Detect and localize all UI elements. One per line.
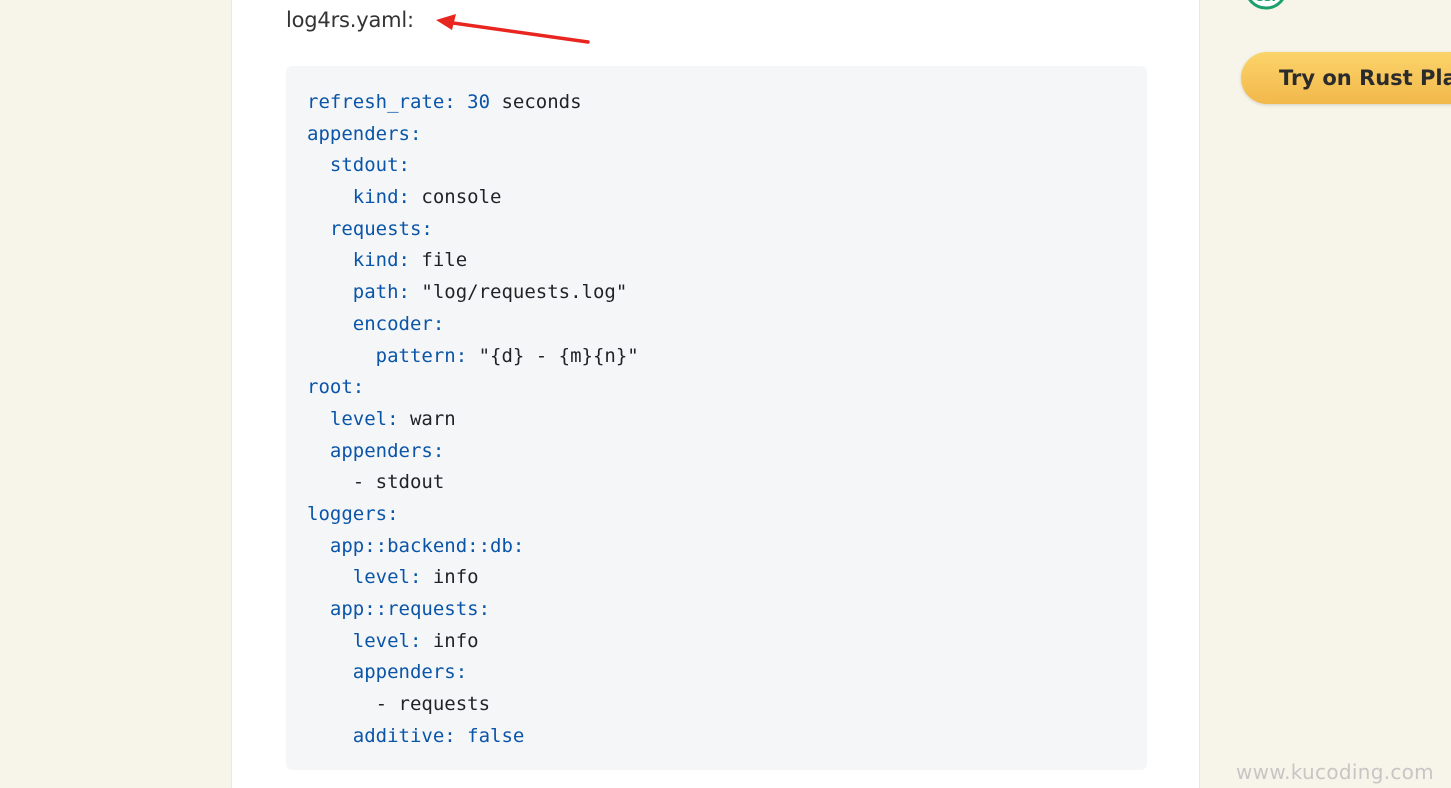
code-key: additive: [352, 724, 456, 747]
code-key: kind: [352, 249, 410, 272]
code-line: - requests [307, 689, 1126, 721]
code-line: - stdout [307, 467, 1126, 499]
code-line: level: info [307, 626, 1126, 658]
red-arrow-icon [436, 14, 590, 44]
try-on-rust-playground-button[interactable]: Try on Rust Play [1241, 52, 1451, 104]
code-filename-label: log4rs.yaml: [286, 8, 414, 32]
code-value-rest: seconds [490, 91, 582, 113]
code-line: appenders: [307, 436, 1126, 468]
code-value: info [421, 566, 479, 589]
code-key: encoder: [352, 312, 445, 335]
code-key: loggers: [307, 502, 399, 525]
code-key: appenders: [307, 122, 422, 145]
code-key: kind: [352, 186, 410, 209]
code-key: app::backend::db: [329, 534, 525, 557]
code-key: root: [307, 376, 365, 399]
code-value: - requests [375, 693, 491, 716]
site-watermark: www.kucoding.com [1236, 760, 1434, 784]
code-key: app::requests: [329, 598, 491, 620]
code-value: false [455, 724, 525, 747]
code-value: warn [398, 407, 456, 430]
code-line: refresh_rate: 30 seconds [307, 87, 1126, 119]
code-key: requests: [329, 217, 433, 240]
code-value: console [409, 186, 502, 209]
code-line: loggers: [307, 499, 1126, 531]
code-line: kind: file [307, 245, 1126, 277]
code-line: path: "log/requests.log" [307, 277, 1126, 309]
code-key: appenders: [329, 439, 445, 462]
code-key: path: [352, 281, 410, 304]
code-line: kind: console [307, 182, 1126, 214]
code-value: "{d} - {m}{n}" [467, 344, 639, 367]
code-line: root: [307, 372, 1126, 404]
code-line: level: info [307, 562, 1126, 594]
code-line: app::requests: [307, 594, 1126, 626]
code-key: pattern: [375, 344, 468, 367]
code-key: stdout: [329, 154, 410, 177]
code-line: requests: [307, 214, 1126, 246]
code-line: level: warn [307, 404, 1126, 436]
code-line: appenders: [307, 657, 1126, 689]
code-value: - stdout [352, 471, 445, 494]
code-key: refresh_rate: [307, 91, 456, 113]
code-block[interactable]: refresh_rate: 30 seconds appenders: stdou… [286, 66, 1147, 770]
article-content: log4rs.yaml: refresh_rate: 30 seconds app… [231, 0, 1200, 788]
code-value: info [421, 629, 479, 652]
code-line: additive: false [307, 721, 1126, 753]
code-line: pattern: "{d} - {m}{n}" [307, 341, 1126, 373]
code-key: level: [352, 629, 422, 652]
code-line: encoder: [307, 309, 1126, 341]
code-value: file [409, 249, 468, 272]
code-value: "log/requests.log" [409, 281, 628, 304]
code-value: 30 [455, 91, 491, 113]
page: log4rs.yaml: refresh_rate: 30 seconds app… [0, 0, 1451, 788]
green-badge-icon: esi [1248, 0, 1284, 10]
code-key: appenders: [352, 661, 468, 684]
code-key: level: [329, 407, 399, 430]
code-line: appenders: [307, 119, 1126, 151]
code-key: level: [352, 566, 422, 589]
code-line: app::backend::db: [307, 531, 1126, 563]
svg-text:esi: esi [1255, 0, 1276, 5]
code-line: stdout: [307, 150, 1126, 182]
